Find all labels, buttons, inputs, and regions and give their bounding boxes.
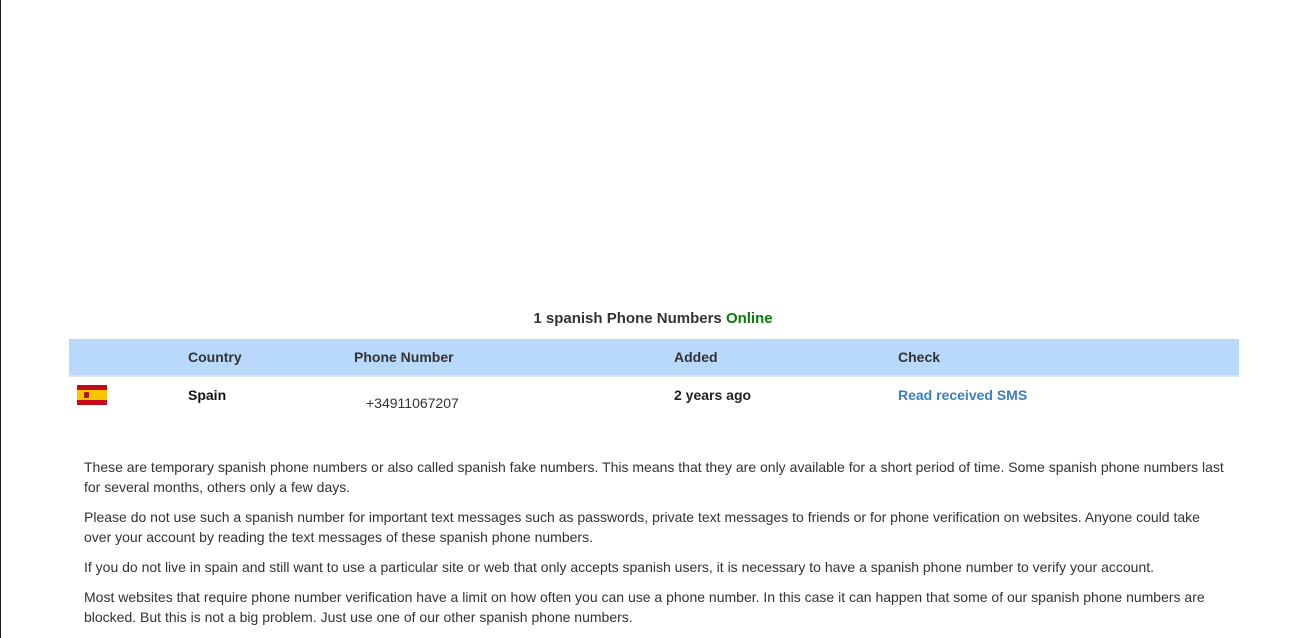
online-status: Online <box>725 310 773 327</box>
phone-numbers-table: Country Phone Number Added Check Spain +… <box>69 339 1239 437</box>
table-row: Spain +34911067207 2 years ago Read rece… <box>69 377 1239 437</box>
paragraph: These are temporary spanish phone number… <box>84 459 1224 495</box>
paragraph: If you do not live in spain and still wa… <box>84 559 1155 575</box>
row-added: 2 years ago <box>674 387 752 403</box>
header-added: Added <box>674 349 718 365</box>
paragraph: Please do not use such a spanish number … <box>84 509 1200 545</box>
header-check: Check <box>898 349 941 365</box>
table-header: Country Phone Number Added Check <box>69 339 1239 377</box>
header-country: Country <box>188 349 242 365</box>
read-received-sms-link[interactable]: Read received SMS <box>898 387 1027 404</box>
paragraph: Most websites that require phone number … <box>84 589 1205 625</box>
row-phone-number: +34911067207 <box>366 395 459 411</box>
spain-flag-icon <box>77 385 107 405</box>
heading-count-text: 1 spanish Phone Numbers <box>533 310 722 327</box>
description-text: These are temporary spanish phone number… <box>84 457 1229 637</box>
header-phone-number: Phone Number <box>354 349 454 365</box>
blank-ad-space <box>1 0 1306 300</box>
row-country: Spain <box>188 387 227 403</box>
page-heading: 1 spanish Phone Numbers Online <box>0 310 1306 328</box>
